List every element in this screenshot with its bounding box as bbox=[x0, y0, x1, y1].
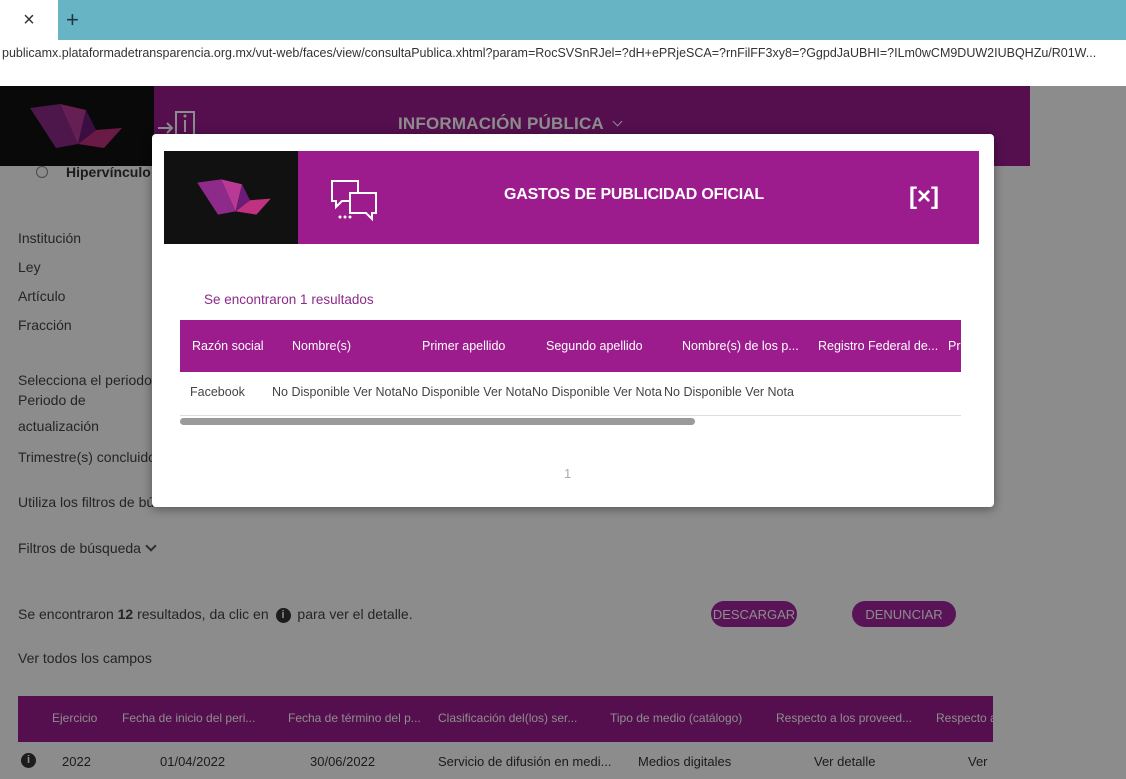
tab-close-icon[interactable]: × bbox=[0, 0, 58, 40]
td-nombres-p[interactable]: No Disponible Ver Nota bbox=[664, 385, 794, 399]
modal-found-text: Se encontraron 1 resultados bbox=[204, 292, 374, 307]
th-nombres-p[interactable]: Nombre(s) de los p... bbox=[682, 339, 799, 353]
logo-icon bbox=[197, 179, 271, 215]
td-primer-apellido[interactable]: No Disponible Ver Nota bbox=[402, 385, 532, 399]
th-primer-apellido[interactable]: Primer apellido bbox=[422, 339, 505, 353]
modal-title: GASTOS DE PUBLICIDAD OFICIAL bbox=[504, 186, 764, 203]
modal-table-header: Razón social Nombre(s) Primer apellido S… bbox=[180, 320, 961, 372]
th-pr[interactable]: Pr bbox=[948, 339, 961, 353]
modal-logo bbox=[164, 151, 298, 244]
th-razon-social[interactable]: Razón social bbox=[192, 339, 264, 353]
scrollbar-thumb[interactable] bbox=[180, 418, 695, 425]
th-registro-federal[interactable]: Registro Federal de... bbox=[818, 339, 938, 353]
modal-horizontal-scrollbar[interactable] bbox=[180, 418, 961, 426]
chat-icon bbox=[331, 180, 377, 222]
th-nombres[interactable]: Nombre(s) bbox=[292, 339, 351, 353]
modal-header: GASTOS DE PUBLICIDAD OFICIAL [×] bbox=[164, 151, 979, 244]
browser-tabbar: × + bbox=[0, 0, 1126, 40]
td-nombres[interactable]: No Disponible Ver Nota bbox=[272, 385, 402, 399]
plus-icon[interactable]: + bbox=[66, 7, 79, 33]
td-razon-social: Facebook bbox=[190, 385, 245, 399]
new-tab-button[interactable]: + bbox=[58, 0, 1126, 40]
modal-dialog: GASTOS DE PUBLICIDAD OFICIAL [×] Se enco… bbox=[152, 134, 994, 507]
table-row: Facebook No Disponible Ver Nota No Dispo… bbox=[180, 372, 961, 416]
th-segundo-apellido[interactable]: Segundo apellido bbox=[546, 339, 643, 353]
modal-close-button[interactable]: [×] bbox=[904, 179, 944, 215]
address-bar[interactable]: publicamx.plataformadetransparencia.org.… bbox=[0, 46, 1126, 72]
pagination-page[interactable]: 1 bbox=[564, 466, 571, 481]
td-segundo-apellido[interactable]: No Disponible Ver Nota bbox=[532, 385, 662, 399]
